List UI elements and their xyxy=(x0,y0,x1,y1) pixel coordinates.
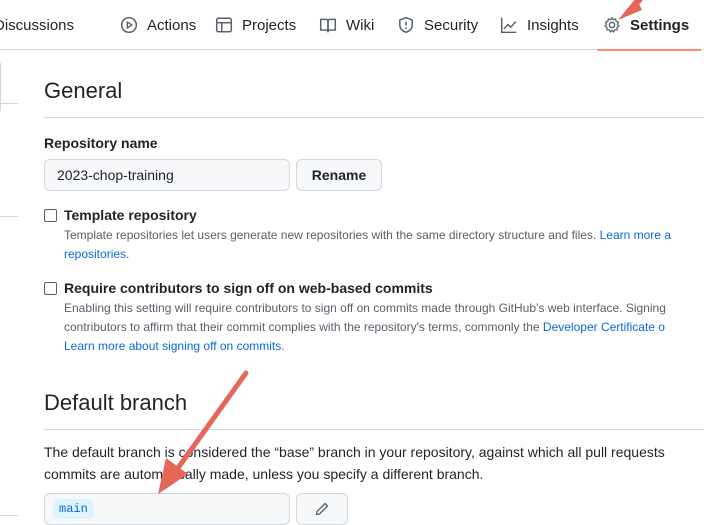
require-signoff-description: Enabling this setting will require contr… xyxy=(64,301,666,315)
template-repository-description-line2: repositories. xyxy=(64,245,129,264)
tab-insights[interactable]: Insights xyxy=(500,0,579,50)
rename-button[interactable]: Rename xyxy=(296,159,382,191)
play-icon xyxy=(120,16,138,34)
tab-security[interactable]: Security xyxy=(397,0,478,50)
book-icon xyxy=(319,16,337,34)
learn-signoff-link[interactable]: Learn more about signing off on commits xyxy=(64,339,281,353)
shield-icon xyxy=(397,16,415,34)
description-text: Template repositories let users generate… xyxy=(64,228,597,242)
tab-discussions[interactable]: Discussions xyxy=(0,0,74,50)
default-branch-description: The default branch is considered the “ba… xyxy=(44,444,665,460)
repo-nav: Discussions Actions Projects Wiki Securi… xyxy=(0,0,704,51)
edit-branch-button[interactable] xyxy=(296,493,348,525)
tab-label: Projects xyxy=(242,16,297,34)
developer-certificate-link[interactable]: Developer Certificate o xyxy=(543,320,665,334)
tab-settings[interactable]: Settings xyxy=(596,0,702,51)
pencil-icon xyxy=(314,501,330,517)
repo-name-label: Repository name xyxy=(44,135,158,151)
default-branch-description-line2: commits are automatically made, unless y… xyxy=(44,466,484,482)
divider xyxy=(44,429,704,430)
template-repository-description: Template repositories let users generate… xyxy=(64,226,671,245)
tab-actions[interactable]: Actions xyxy=(120,0,196,50)
template-repository-title: Template repository xyxy=(64,207,197,223)
tab-wiki[interactable]: Wiki xyxy=(319,0,374,50)
tab-label: Actions xyxy=(147,16,197,34)
section-heading-general: General xyxy=(44,78,123,103)
default-branch-field: main xyxy=(44,493,290,525)
repositories-link[interactable]: repositories xyxy=(64,247,126,261)
punctuation: . xyxy=(126,247,130,261)
tab-label: Discussions xyxy=(0,16,75,34)
tab-label: Settings xyxy=(630,16,690,34)
description-text: contributors to affirm that their commit… xyxy=(64,320,540,334)
gear-icon xyxy=(603,16,621,34)
require-signoff-title: Require contributors to sign off on web-… xyxy=(64,280,433,296)
repo-name-input[interactable]: 2023-chop-training xyxy=(44,159,290,191)
punctuation: . xyxy=(281,339,285,353)
require-signoff-description-line2: contributors to affirm that their commit… xyxy=(64,318,665,337)
template-repository-checkbox[interactable] xyxy=(44,209,57,222)
tab-label: Wiki xyxy=(346,16,375,34)
require-signoff-checkbox[interactable] xyxy=(44,282,57,295)
learn-more-link[interactable]: Learn more a xyxy=(600,228,671,242)
sidebar-edge-line xyxy=(0,515,18,516)
branch-name: main xyxy=(53,499,94,519)
graph-icon xyxy=(500,16,518,34)
tab-label: Security xyxy=(424,16,479,34)
divider xyxy=(44,117,704,118)
sidebar-edge-line xyxy=(0,103,18,104)
section-heading-default-branch: Default branch xyxy=(44,390,188,415)
table-icon xyxy=(215,16,233,34)
tab-projects[interactable]: Projects xyxy=(215,0,296,50)
require-signoff-description-line3: Learn more about signing off on commits. xyxy=(64,337,285,356)
sidebar-edge-line xyxy=(0,216,18,217)
tab-label: Insights xyxy=(527,16,579,34)
